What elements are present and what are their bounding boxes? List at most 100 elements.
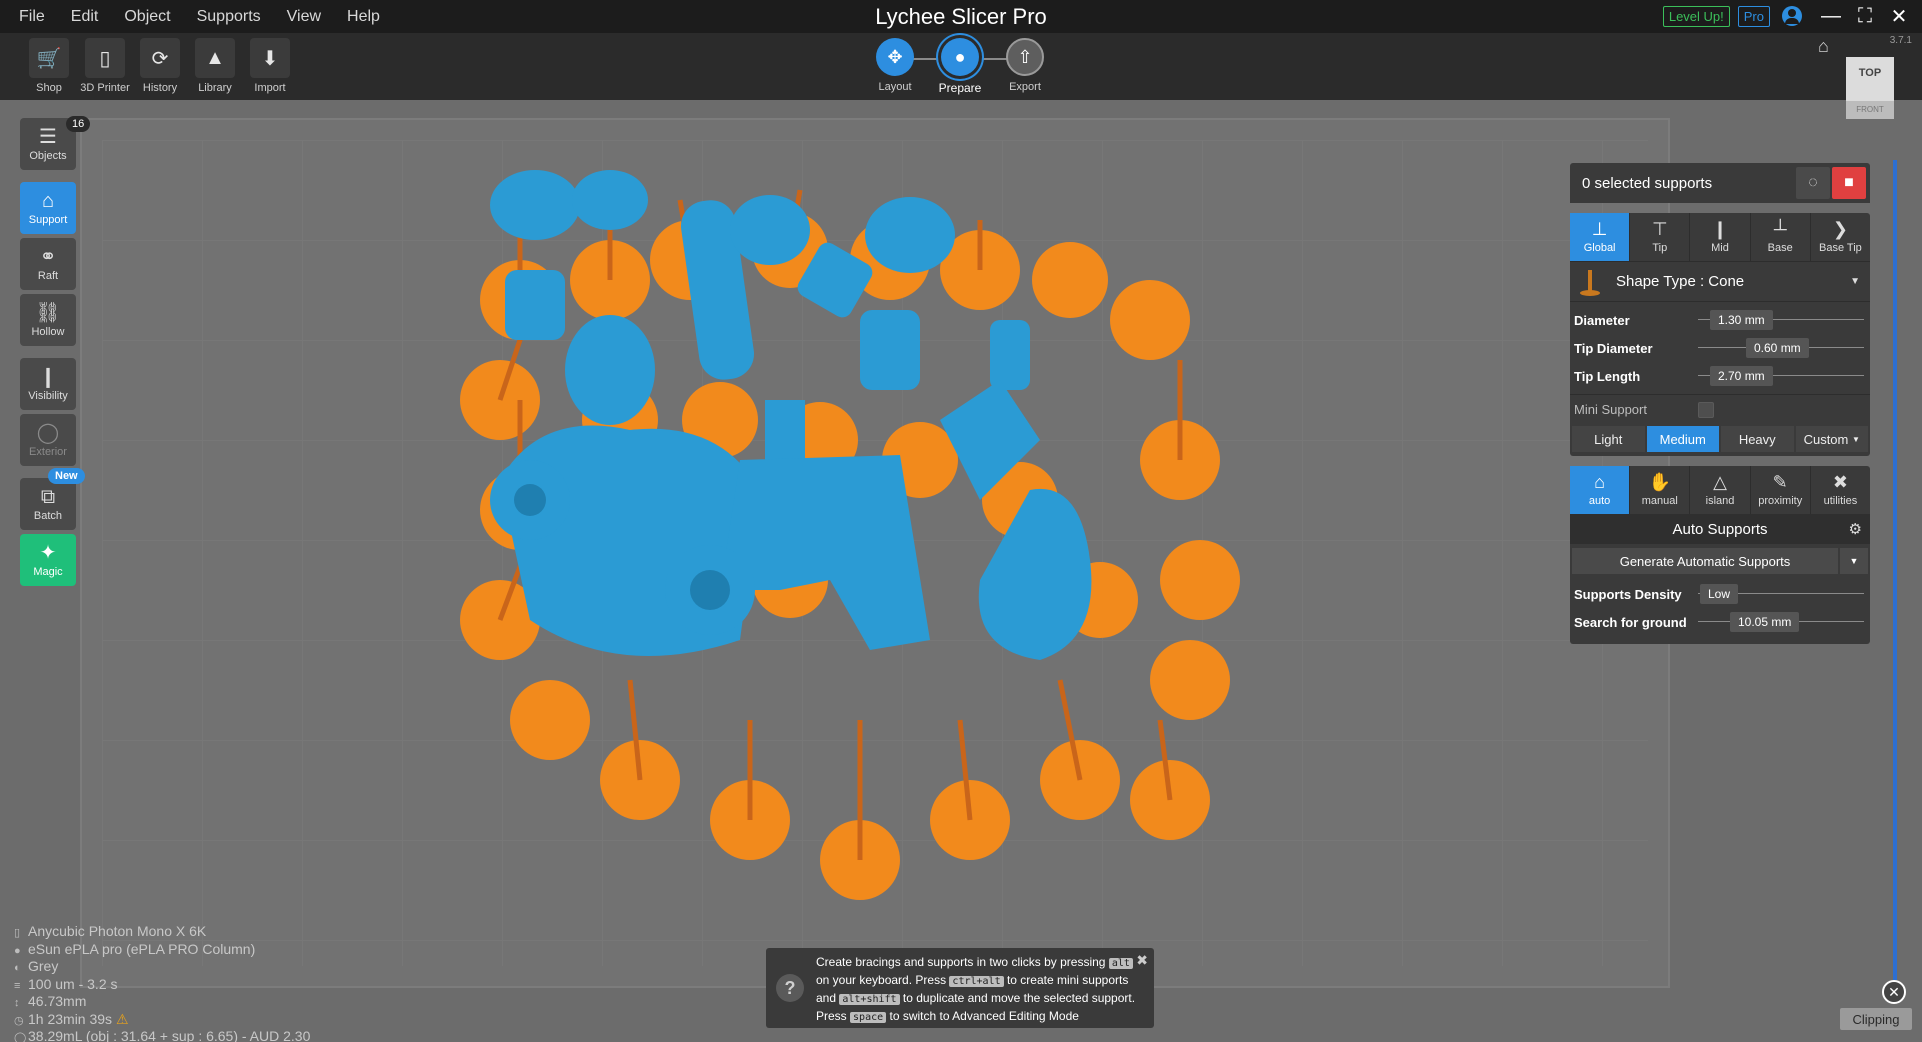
menu-edit[interactable]: Edit — [58, 8, 112, 26]
import-button[interactable]: ⬇ Import — [245, 38, 295, 94]
support-button[interactable]: ⌂ Support — [20, 182, 76, 234]
home-icon[interactable]: ⌂ — [1818, 36, 1829, 57]
tab-proximity-label: proximity — [1758, 495, 1803, 507]
tab-base[interactable]: ┴ Base — [1751, 213, 1811, 261]
generate-supports-button[interactable]: Generate Automatic Supports — [1572, 548, 1838, 574]
import-label: Import — [254, 82, 286, 94]
batch-button[interactable]: New ⧉ Batch — [20, 468, 85, 530]
palette-icon: ◐ — [14, 962, 21, 974]
tab-tip[interactable]: ⊤ Tip — [1630, 213, 1691, 261]
menu-view[interactable]: View — [274, 8, 334, 26]
clipping-slider-track[interactable] — [1893, 160, 1897, 980]
density-light[interactable]: Light — [1572, 426, 1645, 452]
base-tip-icon: ❯ — [1832, 219, 1848, 239]
search-ground-label: Search for ground — [1574, 614, 1687, 630]
chevron-down-icon: ▼ — [1852, 434, 1860, 444]
workflow-steps: ✥ Layout ● Prepare ⇧ Export — [870, 38, 1050, 98]
tab-utilities[interactable]: ✖ utilities — [1811, 466, 1870, 514]
warning-icon[interactable]: ⚠ — [116, 1011, 129, 1027]
menu-object[interactable]: Object — [111, 8, 183, 26]
tab-global[interactable]: ⊥ Global — [1570, 213, 1631, 261]
support-tool-tabs: ⌂ auto ✋ manual △ island ✎ proximity ✖ utilit… — [1570, 466, 1870, 514]
diameter-value[interactable]: 1.30 mm — [1710, 310, 1773, 330]
clipping-button[interactable]: Clipping — [1840, 1008, 1912, 1030]
selected-supports-label: 0 selected supports — [1582, 174, 1713, 192]
tip-length-label: Tip Length — [1574, 368, 1641, 384]
exterior-icon: ◯ — [36, 422, 60, 444]
tab-proximity[interactable]: ✎ proximity — [1751, 466, 1811, 514]
raft-button[interactable]: ⚭ Raft — [20, 238, 76, 290]
info-time: ◷ 1h 23min 39s ⚠ — [14, 1011, 310, 1030]
cart-icon: 🛒 — [29, 38, 69, 78]
supports-density-value[interactable]: Low — [1700, 584, 1739, 604]
pro-badge[interactable]: Pro — [1737, 5, 1770, 27]
density-custom[interactable]: Custom ▼ — [1795, 426, 1868, 452]
mini-support-row: Mini Support — [1570, 394, 1870, 424]
auto-icon: ⌂ — [1594, 472, 1606, 492]
tip-close-icon[interactable]: ✖ — [1136, 952, 1148, 969]
step-export[interactable]: ⇧ Export — [995, 38, 1055, 93]
tab-auto[interactable]: ⌂ auto — [1570, 466, 1631, 514]
import-icon: ⬇ — [250, 38, 290, 78]
delete-supports-button[interactable]: ■ — [1832, 167, 1866, 199]
step-export-label: Export — [1009, 81, 1041, 93]
tip-diameter-value[interactable]: 0.60 mm — [1746, 338, 1809, 358]
left-toolbar: ☰ Objects 16 ⌂ Support ⚭ Raft ⛓ Hollow ❙… — [20, 116, 91, 590]
hollow-label: Hollow — [31, 326, 65, 338]
drop-icon: ● — [14, 944, 21, 957]
library-button[interactable]: ▲ Library — [190, 38, 240, 94]
hollow-button[interactable]: ⛓ Hollow — [20, 294, 76, 346]
shape-type-select[interactable]: Shape Type : Cone ▼ — [1570, 261, 1870, 301]
close-icon[interactable]: ✕ — [1886, 5, 1912, 28]
shop-button[interactable]: 🛒 Shop — [24, 38, 74, 94]
tab-island[interactable]: △ island — [1690, 466, 1751, 514]
selection-actions: ◌ ■ — [1796, 167, 1866, 199]
level-up-badge[interactable]: Level Up! — [1662, 5, 1730, 27]
hide-supports-button[interactable]: ◌ — [1796, 167, 1830, 199]
density-presets: Light Medium Heavy Custom ▼ — [1570, 424, 1870, 456]
account-icon[interactable] — [1782, 6, 1802, 26]
view-cube[interactable]: TOP FRONT — [1846, 57, 1894, 119]
density-heavy[interactable]: Heavy — [1721, 426, 1794, 452]
mid-icon: ❙ — [1712, 219, 1728, 239]
generate-options-button[interactable]: ▼ — [1840, 548, 1868, 574]
info-height-text: 46.73mm — [28, 993, 87, 1009]
shape-type-label: Shape Type : Cone — [1616, 273, 1745, 290]
info-printer-text: Anycubic Photon Mono X 6K — [28, 923, 207, 939]
step-prepare[interactable]: ● Prepare — [930, 38, 990, 95]
search-ground-value[interactable]: 10.05 mm — [1730, 612, 1800, 632]
mini-support-checkbox[interactable] — [1698, 401, 1714, 418]
tab-manual[interactable]: ✋ manual — [1630, 466, 1691, 514]
magic-button[interactable]: ✦ Magic — [20, 534, 76, 586]
tab-mid-label: Mid — [1711, 242, 1729, 254]
clipping-close-icon[interactable]: ✕ — [1882, 980, 1906, 1004]
info-color: ◐ Grey — [14, 958, 310, 977]
printer-button[interactable]: ▯ 3D Printer — [80, 38, 130, 94]
view-cube-front[interactable]: FRONT — [1846, 101, 1894, 119]
menu-file[interactable]: File — [6, 8, 58, 26]
tip-diameter-label: Tip Diameter — [1574, 340, 1653, 356]
history-label: History — [142, 82, 178, 94]
tab-mid[interactable]: ❙ Mid — [1690, 213, 1751, 261]
view-cube-top[interactable]: TOP — [1846, 57, 1894, 101]
support-icon: ⌂ — [41, 190, 55, 212]
tip-length-value[interactable]: 2.70 mm — [1710, 366, 1773, 386]
visibility-button[interactable]: ❙ Visibility — [20, 358, 76, 410]
objects-button[interactable]: ☰ Objects 16 — [20, 116, 91, 170]
step-layout[interactable]: ✥ Layout — [865, 38, 925, 93]
minimize-icon[interactable]: — — [1818, 5, 1844, 27]
tab-base-tip[interactable]: ❯ Base Tip — [1811, 213, 1870, 261]
gear-icon[interactable]: ⚙ — [1849, 520, 1862, 538]
model-scene[interactable] — [460, 160, 1280, 920]
menu-supports[interactable]: Supports — [184, 8, 274, 26]
exterior-button[interactable]: ◯ Exterior — [20, 414, 76, 466]
menu-help[interactable]: Help — [334, 8, 393, 26]
library-label: Library — [198, 82, 232, 94]
density-medium[interactable]: Medium — [1646, 426, 1719, 452]
tip-popup: ? ✖ Create bracings and supports in two … — [766, 948, 1154, 1028]
maximize-icon[interactable]: ⛶ — [1852, 5, 1878, 27]
info-layer-text: 100 um - 3.2 s — [28, 975, 118, 992]
history-button[interactable]: ⟳ History — [135, 38, 185, 94]
layout-icon: ✥ — [876, 38, 914, 76]
density-custom-label: Custom — [1803, 431, 1849, 447]
